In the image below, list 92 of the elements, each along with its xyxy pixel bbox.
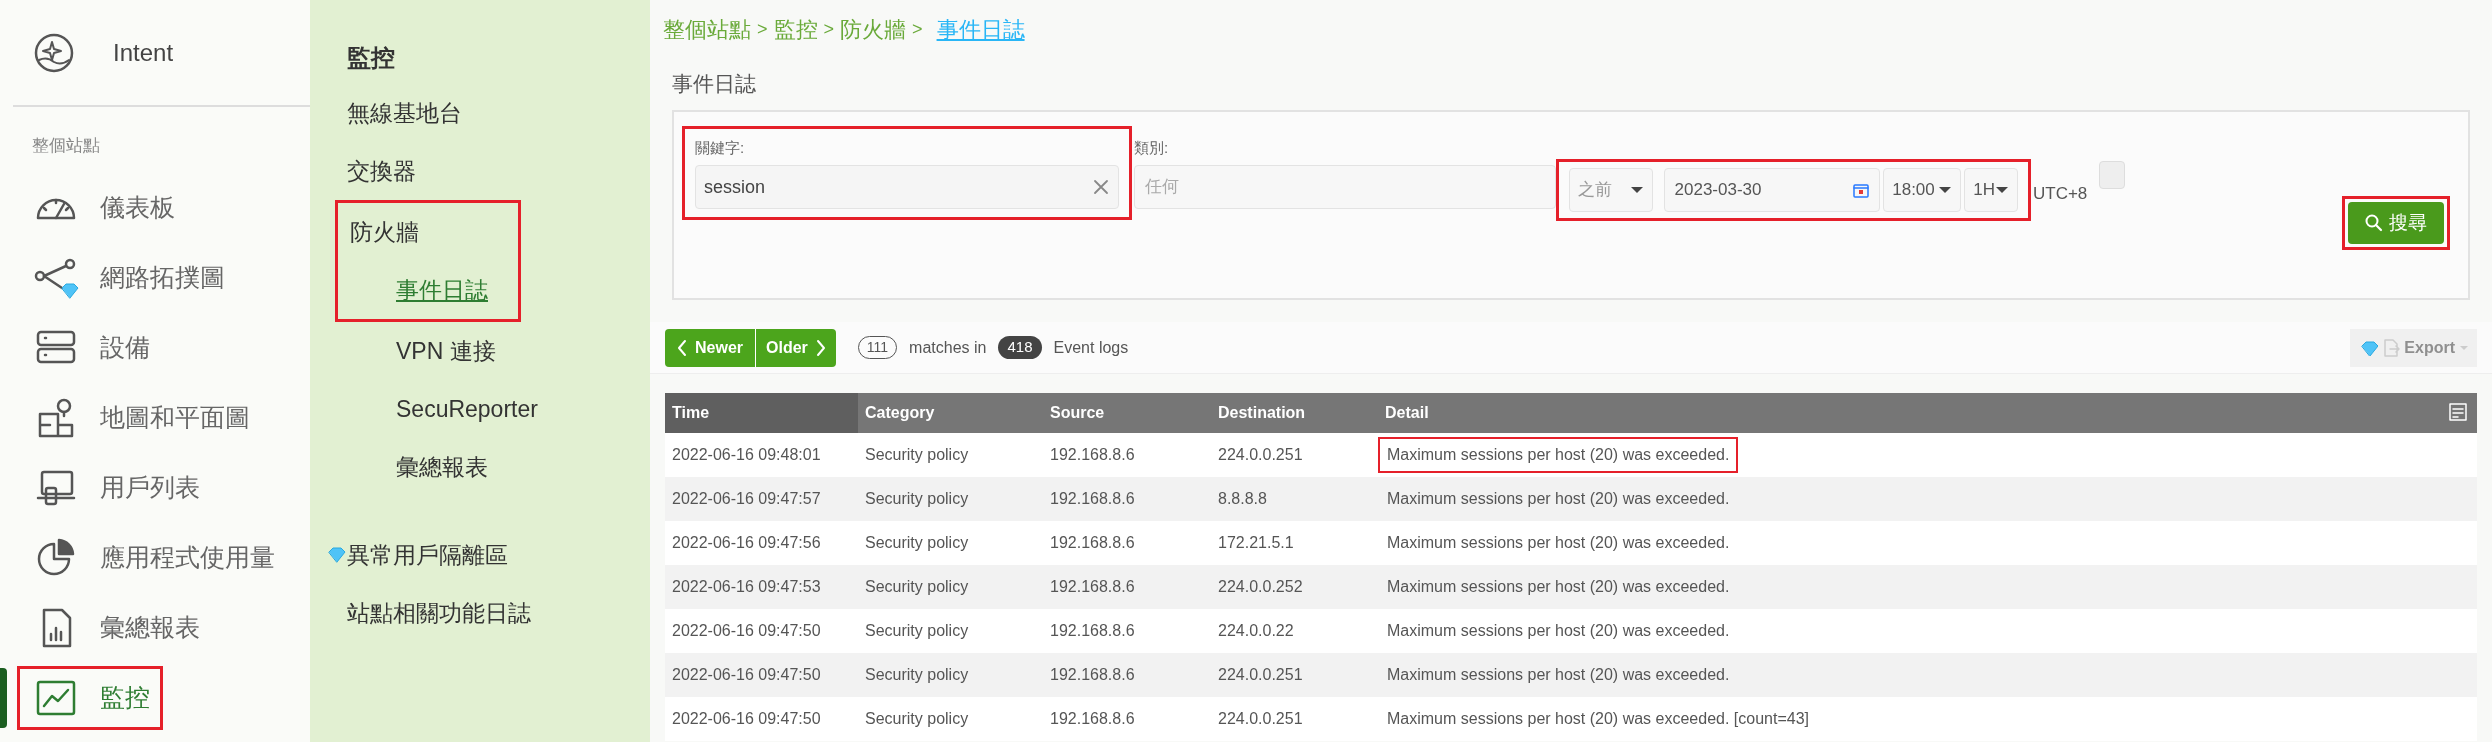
table-cell-text: Maximum sessions per host (20) was exceeded.: [1386, 489, 1731, 509]
column-header[interactable]: Time: [665, 393, 858, 433]
sidebar-item[interactable]: 應用程式使用量: [17, 525, 288, 590]
submenu-item[interactable]: 事件日誌: [338, 261, 518, 319]
table-cell-text: 2022-06-16 09:47:50: [671, 665, 822, 685]
breadcrumb-separator: >: [757, 17, 768, 41]
table-cell-text: 2022-06-16 09:48:01: [671, 445, 822, 465]
app-title: Intent: [113, 37, 174, 68]
table-cell-text: 192.168.8.6: [1049, 709, 1136, 729]
table-cell-text: 224.0.0.252: [1217, 577, 1304, 597]
column-header[interactable]: Category: [858, 393, 1043, 433]
table-cell-text: Security policy: [864, 489, 970, 509]
submenu-item[interactable]: VPN 連接: [338, 322, 650, 380]
field-label: 關鍵字:: [695, 138, 746, 158]
table-cell: Maximum sessions per host (20) was exceeded.: [1378, 437, 1739, 473]
date-field[interactable]: 2023-03-30: [1663, 168, 1881, 212]
older-button[interactable]: Older: [756, 328, 836, 367]
table-cell-text: Security policy: [864, 533, 970, 553]
category-field[interactable]: 任何: [1134, 165, 1556, 209]
page-title: 事件日誌: [671, 71, 757, 98]
table-cell-text: Maximum sessions per host (20) was exceeded. [count=43]: [1386, 709, 1810, 729]
table-cell-text: 192.168.8.6: [1049, 621, 1136, 641]
submenu-title: 監控: [346, 43, 396, 73]
count-badge: 418: [998, 336, 1042, 359]
submenu-item[interactable]: 彙總報表: [338, 438, 650, 496]
table-cell-text: 172.21.5.1: [1217, 533, 1295, 553]
matches-text: matches in: [909, 337, 987, 358]
table-cell-text: Security policy: [864, 577, 970, 597]
export-button: Export: [2350, 328, 2477, 367]
table-cell-text: Maximum sessions per host (20) was exceeded.: [1386, 577, 1731, 597]
time-dropdown[interactable]: 18:00: [1883, 168, 1962, 212]
table-cell-text: Security policy: [864, 445, 970, 465]
clear-button[interactable]: [2099, 161, 2125, 189]
column-settings-icon: [2447, 402, 2469, 424]
table-cell-text: 224.0.0.251: [1217, 665, 1304, 685]
column-header[interactable]: Source: [1043, 393, 1211, 433]
table-cell-text: 8.8.8.8: [1217, 489, 1268, 509]
timezone-label: UTC+8: [2033, 183, 2089, 205]
section-label: 整個站點: [31, 135, 101, 157]
table-cell-text: 192.168.8.6: [1049, 445, 1136, 465]
search-button[interactable]: 搜尋: [2348, 202, 2444, 244]
event-logs-text: Event logs: [1053, 337, 1129, 358]
submenu-item[interactable]: SecuReporter: [338, 380, 650, 438]
breadcrumb-separator: >: [823, 17, 835, 41]
breadcrumb-separator: >: [912, 17, 923, 41]
export-icon: [2382, 337, 2401, 358]
caret-icon: [2459, 344, 2469, 351]
chevron-left-icon: [677, 338, 687, 357]
sidebar-item[interactable]: 用戶列表: [17, 455, 213, 520]
submenu-item[interactable]: 異常用戶隔離區: [335, 526, 508, 584]
sidebar-item[interactable]: 地圖和平面圖: [17, 385, 263, 450]
field-label: 類別:: [1134, 138, 1170, 158]
table-cell-text: Security policy: [864, 665, 970, 685]
search-icon: [2365, 214, 2383, 232]
table-cell-text: Maximum sessions per host (20) was exceeded.: [1386, 665, 1731, 685]
sidebar-item[interactable]: 網路拓撲圖: [17, 245, 238, 310]
table-cell-text: 2022-06-16 09:47:56: [671, 533, 822, 553]
table-cell-text: 2022-06-16 09:47:57: [671, 489, 822, 509]
table-cell-text: 192.168.8.6: [1049, 665, 1136, 685]
caret-icon: [1995, 186, 2009, 194]
table-cell-text: Security policy: [864, 621, 970, 641]
table-cell-text: Security policy: [864, 709, 970, 729]
keyword-field[interactable]: session: [695, 165, 1119, 209]
sidebar-item[interactable]: 儀表板: [17, 175, 188, 240]
table-cell-text: 224.0.0.251: [1217, 709, 1304, 729]
table-cell-text: 224.0.0.251: [1217, 445, 1304, 465]
table-cell-text: Maximum sessions per host (20) was exceeded.: [1386, 621, 1731, 641]
caret-icon: [1938, 186, 1953, 194]
sidebar-item[interactable]: 彙總報表: [17, 595, 213, 660]
caret-icon: [1629, 186, 1644, 194]
span-dropdown[interactable]: 1H: [1964, 168, 2018, 212]
table-cell-text: 192.168.8.6: [1049, 533, 1136, 553]
table-cell-text: 2022-06-16 09:47:53: [671, 577, 822, 597]
submenu-item[interactable]: 無線基地台: [335, 84, 462, 142]
sidebar-item[interactable]: 監控: [17, 665, 163, 730]
column-header[interactable]: Detail: [1378, 393, 2447, 433]
table-cell-text: 224.0.0.22: [1217, 621, 1295, 641]
newer-button[interactable]: Newer: [665, 328, 757, 367]
table-cell-text: 2022-06-16 09:47:50: [671, 709, 822, 729]
submenu-item[interactable]: 防火牆: [338, 203, 518, 261]
chevron-right-icon: [815, 338, 826, 357]
sparkle-icon: [33, 31, 75, 74]
clear-icon: [1093, 179, 1109, 195]
table-cell-text: Maximum sessions per host (20) was exceeded.: [1386, 533, 1731, 553]
table-cell-text: 2022-06-16 09:47:50: [671, 621, 822, 641]
calendar-icon: [1853, 182, 1870, 198]
table-cell-text: 192.168.8.6: [1049, 489, 1136, 509]
submenu-item[interactable]: 交換器: [335, 142, 416, 200]
sidebar-item[interactable]: 設備: [17, 315, 163, 380]
column-header[interactable]: Destination: [1211, 393, 1378, 433]
table-cell-text: 192.168.8.6: [1049, 577, 1136, 597]
submenu-item[interactable]: 站點相關功能日誌: [335, 584, 531, 642]
